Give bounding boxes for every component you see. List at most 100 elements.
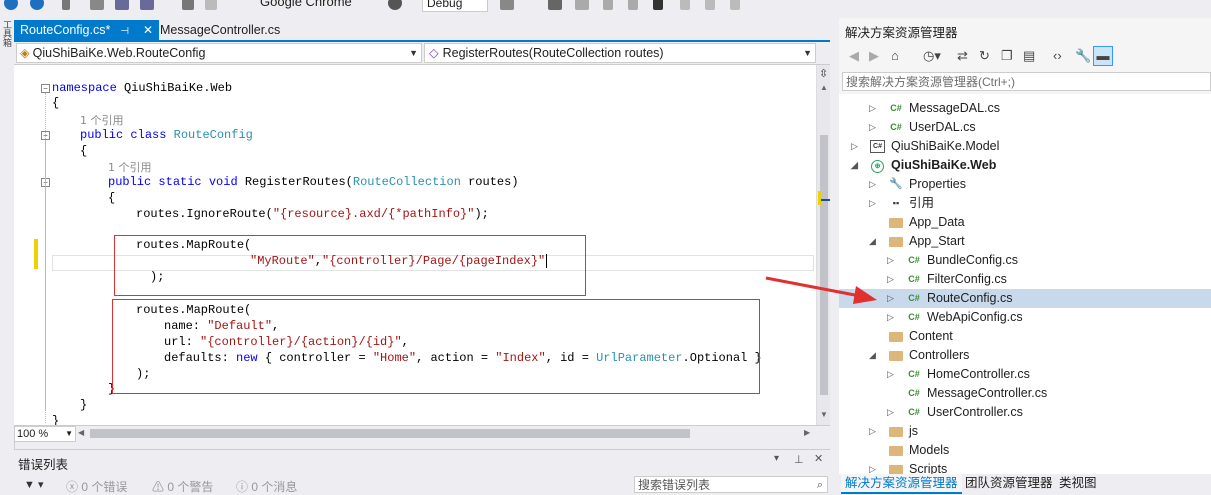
chevron-down-icon[interactable]: ▼ [409,44,418,62]
filter-icon[interactable]: ▼ ▾ [24,478,43,491]
collapse-icon[interactable]: ◢ [869,346,876,365]
bookmark-next-icon[interactable] [705,0,715,10]
code-editor[interactable]: − − − namespace QiuShiBaiKe.Web { 1 个引用 … [14,65,816,425]
tree-item[interactable]: ▷ C# HomeController.cs [839,365,1211,384]
expand-icon[interactable]: ▷ [851,137,858,156]
panel-splitter[interactable] [830,18,839,494]
sync-icon[interactable]: ⇄ [957,48,968,64]
tree-item[interactable]: ▷ C# FilterConfig.cs [839,270,1211,289]
back-icon[interactable] [4,0,18,10]
format-icon[interactable] [575,0,589,10]
tab-team-explorer[interactable]: 团队资源管理器 [961,474,1057,492]
show-all-files-icon[interactable]: ▤ [1023,48,1035,64]
tree-item[interactable]: ◢ Controllers [839,346,1211,365]
tree-item[interactable]: ▷ C# BundleConfig.cs [839,251,1211,270]
reference-count[interactable]: 1 个引用 [108,159,152,175]
outdent-icon[interactable] [628,0,638,10]
tree-item[interactable]: App_Data [839,213,1211,232]
expand-icon[interactable]: ▷ [869,99,876,118]
tree-item[interactable]: Models [839,441,1211,460]
chevron-down-icon[interactable]: ▼ [65,427,73,441]
tree-item[interactable]: ▷ C# UserDAL.cs [839,118,1211,137]
tree-item[interactable]: ◢ ⊕ QiuShiBaiKe.Web [839,156,1211,175]
new-item-icon[interactable] [62,0,70,10]
toolbox-strip[interactable]: 工具箱 [0,18,15,494]
error-search-input[interactable]: 搜索错误列表 ⌕ [634,476,828,493]
expand-icon[interactable]: ▷ [887,251,894,270]
expand-icon[interactable]: ▷ [869,422,876,441]
redo-icon[interactable] [205,0,217,10]
tree-item[interactable]: ▷ 🔧 Properties [839,175,1211,194]
bookmark-clear-icon[interactable] [730,0,740,10]
properties-icon[interactable]: 🔧 [1075,48,1091,64]
pin-icon[interactable]: ⊣ [120,26,129,37]
tree-item[interactable]: ▷ js [839,422,1211,441]
close-icon[interactable]: ✕ [143,23,153,37]
save-icon[interactable] [115,0,129,10]
expand-icon[interactable]: ▷ [869,460,876,474]
close-icon[interactable]: ✕ [814,452,823,465]
solution-search-input[interactable]: 搜索解决方案资源管理器(Ctrl+;) [842,72,1211,91]
tree-item[interactable]: ▷ C# WebApiConfig.cs [839,308,1211,327]
refresh-icon[interactable]: ↻ [979,48,990,64]
history-icon[interactable]: ◷▾ [923,48,941,64]
open-icon[interactable] [90,0,104,10]
find-icon[interactable] [500,0,514,10]
reference-count[interactable]: 1 个引用 [80,112,124,128]
zoom-combo[interactable]: 100 % ▼ [14,426,76,442]
scroll-down-icon[interactable]: ▼ [820,410,828,419]
bookmark-icon[interactable] [653,0,663,10]
dropdown-icon[interactable]: ▾ [774,453,779,464]
home-icon[interactable]: ⌂ [891,48,899,63]
editor-vertical-scrollbar[interactable]: ⇳ ▲ ▼ [816,65,831,425]
errors-filter-button[interactable]: ⓧ 0 个错误 [66,478,127,495]
tree-item[interactable]: ▷ ▪▪ 引用 [839,194,1211,213]
indent-icon[interactable] [603,0,613,10]
expand-icon[interactable]: ▷ [869,118,876,137]
expand-icon[interactable]: ▷ [887,403,894,422]
back-icon[interactable]: ◀ [849,48,859,64]
forward-icon[interactable]: ▶ [869,48,879,64]
tree-item[interactable]: ◢ App_Start [839,232,1211,251]
chevron-down-icon[interactable]: ▼ [803,44,812,62]
tree-item[interactable]: ▷ Scripts [839,460,1211,474]
collapse-icon[interactable]: ◢ [851,156,858,175]
tree-item[interactable]: C# MessageController.cs [839,384,1211,403]
tab-class-view[interactable]: 类视图 [1055,474,1101,492]
collapse-icon[interactable]: ◢ [869,232,876,251]
toolbox-label[interactable]: 工具箱 [1,20,14,47]
browser-label[interactable]: Google Chrome [260,0,352,9]
messages-filter-button[interactable]: ⓘ 0 个消息 [236,478,297,495]
split-icon[interactable]: ⇳ [819,67,828,80]
bookmark-prev-icon[interactable] [680,0,690,10]
class-combo[interactable]: ◈ QiuShiBaiKe.Web.RouteConfig ▼ [16,43,422,63]
scroll-up-icon[interactable]: ▲ [820,83,828,92]
expand-icon[interactable]: ▷ [887,289,894,308]
pin-icon[interactable]: ⊥ [794,453,804,466]
collapse-all-icon[interactable]: ❐ [1001,48,1013,64]
fold-toggle[interactable]: − [41,84,50,93]
forward-icon[interactable] [30,0,44,10]
expand-icon[interactable]: ▷ [869,175,876,194]
tree-item[interactable]: Content [839,327,1211,346]
scroll-right-icon[interactable]: ▶ [804,428,810,437]
expand-icon[interactable]: ▷ [887,270,894,289]
window-icon[interactable] [548,0,562,10]
scroll-left-icon[interactable]: ◀ [78,428,84,437]
tab-routeconfig[interactable]: RouteConfig.cs* ⊣ ✕ [14,20,160,40]
search-icon[interactable]: ⌕ [817,477,823,494]
expand-icon[interactable]: ▷ [887,365,894,384]
tree-item[interactable]: ▷ C# UserController.cs [839,403,1211,422]
preview-icon[interactable]: ▬ [1093,46,1113,66]
horizontal-scroll-thumb[interactable] [90,429,690,438]
scroll-thumb[interactable] [820,135,828,395]
view-code-icon[interactable]: ‹› [1053,48,1062,63]
expand-icon[interactable]: ▷ [887,308,894,327]
tab-solution-explorer[interactable]: 解决方案资源管理器 [841,474,962,494]
tab-messagecontroller[interactable]: MessageController.cs [154,20,286,40]
tree-item[interactable]: ▷ C# QiuShiBaiKe.Model [839,137,1211,156]
refresh-icon[interactable] [388,0,402,10]
tree-item[interactable]: ▷ C# MessageDAL.cs [839,99,1211,118]
tree-item-selected[interactable]: ▷ C# RouteConfig.cs [839,289,1211,308]
save-all-icon[interactable] [140,0,154,10]
